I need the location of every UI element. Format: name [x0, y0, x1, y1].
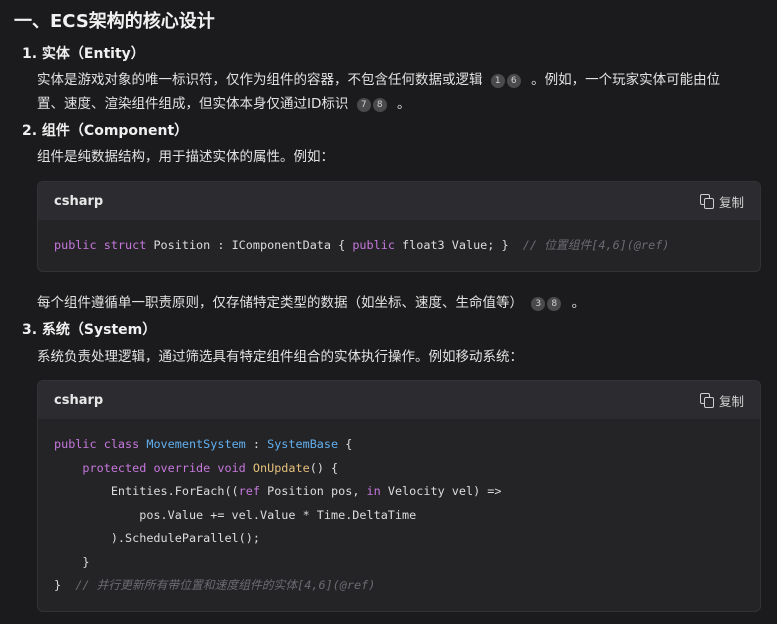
item-title-entity: 1. 实体（Entity）	[22, 46, 145, 62]
code-body: public struct Position : IComponentData …	[38, 220, 760, 258]
code-line: }	[54, 554, 90, 569]
entity-text-2: 置、速度、渲染组件组成，但实体本身仅通过ID标识	[37, 96, 349, 112]
entity-text-1: 实体是游戏对象的唯一标识符，仅作为组件的容器，不包含任何数据或逻辑	[37, 72, 483, 88]
citation-badge[interactable]: 3	[531, 297, 546, 311]
copy-button[interactable]: 复制	[699, 391, 744, 410]
copy-icon	[699, 194, 714, 209]
item-title-component: 2. 组件（Component）	[22, 123, 189, 139]
code-header: csharp 复制	[38, 182, 760, 220]
copy-icon	[699, 393, 714, 408]
code-body: public class MovementSystem : SystemBase…	[38, 419, 760, 598]
code-line: pos.Value += vel.Value * Time.DeltaTime	[54, 507, 417, 522]
copy-label: 复制	[718, 393, 744, 409]
system-paragraph: 系统负责处理逻辑，通过筛选具有特定组件组合的实体执行操作。例如移动系统：	[37, 349, 523, 365]
code-line: public struct Position : IComponentData …	[54, 238, 670, 252]
code-line: ).ScheduleParallel();	[54, 531, 260, 545]
code-block-position: csharp 复制 public struct Position : IComp…	[37, 181, 761, 272]
entity-paragraph-line2: 置、速度、渲染组件组成，但实体本身仅通过ID标识 78 。	[37, 92, 410, 112]
component-after-code: 每个组件遵循单一职责原则，仅存储特定类型的数据（如坐标、速度、生命值等） 38 …	[37, 291, 585, 311]
component-after-period: 。	[571, 295, 586, 311]
copy-label: 复制	[718, 194, 744, 210]
section-heading: 一、ECS架构的核心设计	[14, 11, 215, 32]
entity-text-1-after: 。例如，一个玩家实体可能由位	[531, 72, 721, 88]
entity-paragraph-line1: 实体是游戏对象的唯一标识符，仅作为组件的容器，不包含任何数据或逻辑 16 。例如…	[37, 68, 720, 88]
citation-badge[interactable]: 8	[547, 297, 562, 311]
code-line: Entities.ForEach((ref Position pos, in V…	[54, 484, 502, 498]
component-paragraph: 组件是纯数据结构，用于描述实体的属性。例如：	[37, 149, 334, 165]
entity-text-2-after: 。	[396, 96, 411, 112]
code-language-label: csharp	[54, 392, 104, 408]
code-language-label: csharp	[54, 193, 104, 209]
item-title-system: 3. 系统（System）	[22, 322, 157, 338]
citation-badge[interactable]: 1	[490, 74, 505, 88]
component-after-text: 每个组件遵循单一职责原则，仅存储特定类型的数据（如坐标、速度、生命值等）	[37, 295, 523, 311]
copy-button[interactable]: 复制	[699, 192, 744, 211]
code-line: protected override void OnUpdate() {	[82, 460, 339, 475]
code-header: csharp 复制	[38, 381, 760, 419]
code-line: public class MovementSystem : SystemBase…	[54, 437, 353, 451]
code-line: } // 并行更新所有带位置和速度组件的实体[4,6](@ref)	[54, 578, 376, 592]
page: 一、ECS架构的核心设计 1. 实体（Entity） 实体是游戏对象的唯一标识符…	[0, 0, 777, 624]
code-block-movement-system: csharp 复制 public class MovementSystem : …	[37, 380, 761, 612]
citation-badge[interactable]: 8	[372, 98, 387, 112]
citation-badge[interactable]: 6	[506, 74, 521, 88]
citation-badge[interactable]: 7	[356, 98, 371, 112]
